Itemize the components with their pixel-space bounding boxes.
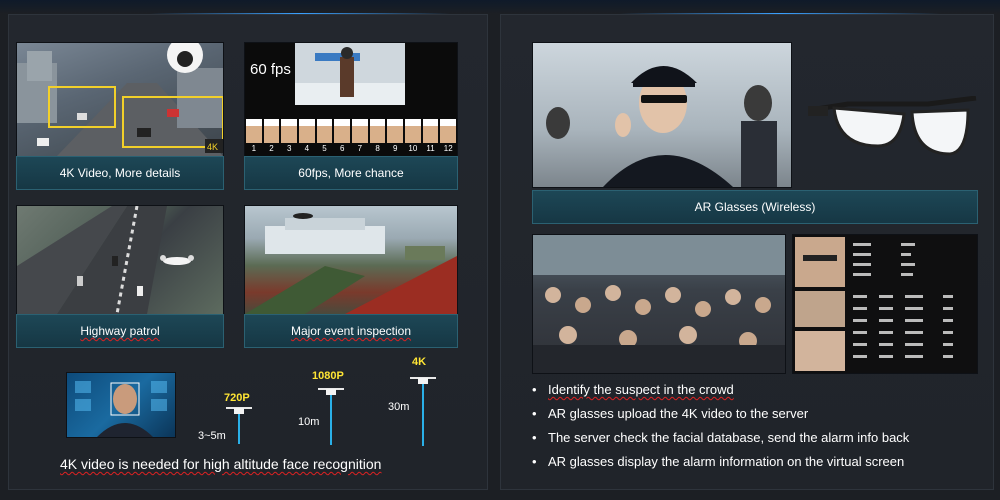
- frame-number: 10: [408, 144, 418, 153]
- city-traffic-illustration: 4K: [17, 43, 223, 156]
- frame-thumb: [405, 119, 421, 143]
- resolution-4k: 4K: [412, 356, 427, 368]
- caption-ar-glasses-text: AR Glasses (Wireless): [694, 200, 816, 214]
- drone-altitude-line-720p: [238, 414, 240, 444]
- frame-number: 11: [426, 144, 435, 153]
- caption-4k-video: 4K Video, More details: [16, 156, 224, 190]
- svg-text:4K: 4K: [207, 142, 218, 152]
- frame-thumb: [246, 119, 262, 143]
- 60fps-image: 60 fps 1 2 3 4 5 6 7 8 9 10 11 12: [244, 42, 458, 157]
- ar-glasses-icon: [808, 96, 977, 156]
- ar-workflow-list: Identify the suspect in the crowd AR gla…: [532, 378, 992, 474]
- alarm-screen-image: [792, 234, 978, 374]
- frame-thumb: [440, 119, 457, 143]
- studio-scene-illustration: [295, 43, 405, 105]
- frame-number: 1: [251, 144, 257, 153]
- list-item: Identify the suspect in the crowd: [532, 378, 992, 402]
- resolution-1080p: 1080P: [312, 370, 344, 382]
- 4k-video-image: 4K: [16, 42, 224, 157]
- frame-number: 3: [286, 144, 292, 153]
- frame-numbers: 1 2 3 4 5 6 7 8 9 10 11 12: [245, 144, 457, 156]
- highway-patrol-image: [16, 205, 224, 315]
- list-item: The server check the facial database, se…: [532, 426, 992, 450]
- frame-thumb: [369, 119, 386, 143]
- frame-thumb: [334, 119, 351, 143]
- frame-number: 2: [269, 144, 274, 153]
- distance-720p: 3~5m: [198, 430, 226, 442]
- caption-major-event: Major event inspection: [244, 314, 458, 348]
- list-item: AR glasses upload the 4K video to the se…: [532, 402, 992, 426]
- frame-thumb: [352, 119, 368, 143]
- list-item-text: The server check the facial database, se…: [548, 430, 910, 445]
- drone-altitude-line-4k: [422, 384, 424, 446]
- frame-thumb: [387, 119, 404, 143]
- frame-number: 7: [357, 144, 363, 153]
- distance-1080p: 10m: [298, 416, 320, 428]
- list-item-text: AR glasses display the alarm information…: [548, 454, 905, 469]
- frame-thumb: [281, 119, 298, 143]
- caption-4k-video-text: 4K Video, More details: [59, 166, 181, 180]
- frame-number: 9: [392, 144, 398, 153]
- frame-thumb: [316, 119, 333, 143]
- face-scan-illustration: [75, 381, 167, 437]
- drone-altitude-line-1080p: [330, 395, 332, 445]
- top-bar: [0, 0, 1000, 14]
- frame-number: 6: [339, 144, 345, 153]
- fps-label: 60 fps: [250, 61, 291, 78]
- frame-number: 4: [304, 144, 310, 153]
- caption-60fps-text: 60fps, More chance: [298, 166, 404, 180]
- major-event-image: [244, 205, 458, 315]
- police-officer-illustration: [546, 66, 777, 187]
- event-crowd-illustration: [245, 213, 457, 314]
- frame-thumb: [299, 119, 315, 143]
- altitude-summary-text: 4K video is needed for high altitude fac…: [60, 456, 382, 472]
- caption-major-event-text: Major event inspection: [290, 324, 412, 338]
- caption-highway-patrol-text: Highway patrol: [80, 324, 160, 338]
- resolution-720p: 720P: [224, 392, 250, 404]
- frame-thumb: [422, 119, 439, 143]
- frame-number: 5: [322, 144, 327, 153]
- crowd-image: [532, 234, 786, 374]
- frame-number: 8: [375, 144, 380, 153]
- crowd-illustration: [533, 235, 785, 373]
- frame-strip: [245, 119, 457, 143]
- frame-thumb: [263, 119, 280, 143]
- face-recognition-image: [66, 372, 176, 438]
- altitude-summary: 4K video is needed for high altitude fac…: [60, 456, 381, 472]
- caption-highway-patrol: Highway patrol: [16, 314, 224, 348]
- list-item-text: AR glasses upload the 4K video to the se…: [548, 406, 809, 421]
- caption-ar-glasses: AR Glasses (Wireless): [532, 190, 978, 224]
- frame-number: 12: [443, 144, 453, 153]
- list-item: AR glasses display the alarm information…: [532, 450, 992, 474]
- list-item-text: Identify the suspect in the crowd: [548, 382, 734, 397]
- ar-officer-image: [532, 42, 792, 188]
- highway-illustration: [17, 206, 194, 314]
- distance-4k: 30m: [388, 401, 410, 413]
- alarm-screen-illustration: [795, 237, 953, 371]
- caption-60fps: 60fps, More chance: [244, 156, 458, 190]
